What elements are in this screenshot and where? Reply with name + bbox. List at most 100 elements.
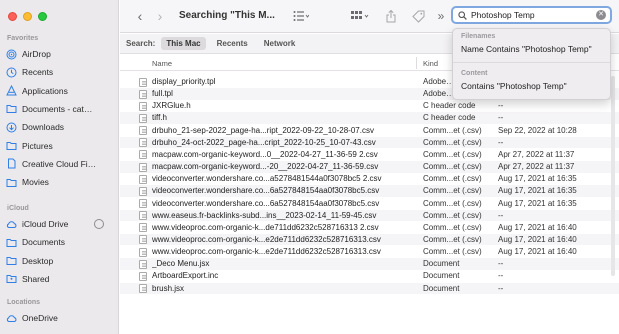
file-kind: Comm...et (.csv) [423,198,482,208]
cloud-icon [6,219,17,230]
sidebar-item-label: Applications [22,85,68,96]
forward-button[interactable]: › [153,8,167,24]
file-icon [139,113,147,123]
suggestion-name-contains[interactable]: Name Contains "Photoshop Temp" [461,44,592,54]
file-icon [139,259,147,269]
sidebar-item[interactable]: Pictures [6,138,114,154]
file-row[interactable]: tiff.h C header code -- [120,112,619,124]
applications-icon [6,85,17,96]
file-kind: Comm...et (.csv) [423,222,482,232]
file-date: Aug 17, 2021 at 16:40 [498,222,577,232]
more-toolbar-items-button[interactable]: » [434,8,448,24]
file-kind: Comm...et (.csv) [423,149,482,159]
search-input[interactable] [471,10,591,20]
file-row[interactable]: macpaw.com-organic-keyword...-20__2022-0… [120,161,619,173]
file-name: tiff.h [152,113,167,123]
file-kind: Document [423,259,460,269]
sidebar-item[interactable]: Shared [6,271,114,287]
tag-icon [411,10,424,23]
file-row[interactable]: www.videoproc.com-organic-k...e2de711dd6… [120,246,619,258]
back-button[interactable]: ‹ [133,8,147,24]
file-row[interactable]: _Deco Menu.jsx Document -- [120,258,619,270]
file-row[interactable]: videoconverter.wondershare.co...6a527848… [120,185,619,197]
zoom-window-button[interactable] [38,12,47,21]
file-icon [139,186,147,196]
view-list-button[interactable] [290,8,312,24]
file-row[interactable]: www.videoproc.com-organic-k...e2de711dd6… [120,233,619,246]
vertical-scrollbar[interactable] [609,72,617,334]
sidebar-item-label: Movies [22,177,49,188]
file-row[interactable]: brush.jsx Document -- [120,282,619,295]
file-row[interactable]: ArtboardExport.inc Document -- [120,270,619,282]
list-view-icon [293,11,309,21]
tags-button[interactable] [410,8,426,24]
sidebar-item[interactable]: Creative Cloud Fi… [6,156,114,172]
file-kind: Comm...et (.csv) [423,247,482,257]
file-name: www.videoproc.com-organic-k...de711dd623… [152,222,379,232]
group-button[interactable] [348,8,372,24]
file-row[interactable]: drbuho_24-oct-2022_page-ha...cript_2022-… [120,136,619,149]
suggestion-content-contains[interactable]: Contains "Photoshop Temp" [461,81,567,91]
file-kind: Document [423,283,460,293]
cloud-icon [6,313,17,324]
file-name: drbuho_21-sep-2022_page-ha...ript_2022-0… [152,125,374,135]
finder-window: Favorites AirDrop Recents Applications Docu… [0,0,619,334]
scope-network[interactable]: Network [259,37,301,50]
folder-icon [6,140,17,151]
sidebar-item[interactable]: AirDrop [6,46,114,62]
file-name: display_priority.tpl [152,77,216,86]
downloads-icon [6,122,17,133]
file-name: www.videoproc.com-organic-k...e2de711dd6… [152,247,381,257]
file-name: videoconverter.wondershare.co...6a527848… [152,198,380,208]
file-icon [139,89,147,99]
sidebar-item[interactable]: Downloads [6,119,114,135]
file-row[interactable]: www.videoproc.com-organic-k...de711dd623… [120,222,619,234]
clear-search-button[interactable]: ✕ [596,10,606,20]
sidebar-item[interactable]: Recents [6,64,114,80]
file-date: -- [498,137,504,147]
file-name: macpaw.com-organic-keyword...0__2022-04-… [152,149,378,159]
minimize-window-button[interactable] [23,12,32,21]
file-icon [139,150,147,160]
file-row[interactable]: JXRGlue.h C header code -- [120,100,619,112]
column-kind-header[interactable]: Kind [423,59,438,68]
close-window-button[interactable] [8,12,17,21]
sidebar-item-label: AirDrop [22,49,51,59]
folder-icon [6,177,17,188]
file-row[interactable]: videoconverter.wondershare.co...6a527848… [120,198,619,210]
icloud-sync-status-icon [94,219,104,229]
file-row[interactable]: videoconverter.wondershare.co...a5278481… [120,173,619,185]
sidebar-item[interactable]: Documents [6,234,114,250]
file-icon [139,101,147,111]
sidebar-section-locations: Locations [7,299,41,306]
file-name: macpaw.com-organic-keyword...-20__2022-0… [152,162,379,172]
clock-icon [6,67,17,78]
file-name: www.easeus.fr-backlinks-subd...ins__2023… [152,210,377,220]
sidebar-item[interactable]: Applications [6,83,114,99]
sidebar-item-label: Documents - cat… [22,103,93,114]
scope-this-mac[interactable]: This Mac [161,37,206,50]
file-kind: Comm...et (.csv) [423,174,482,184]
search-scope-label: Search: [126,39,156,48]
column-divider[interactable] [416,57,417,69]
sidebar-item-label: Shared [22,273,50,284]
file-row[interactable]: www.easeus.fr-backlinks-subd...ins__2023… [120,209,619,222]
file-date: Sep 22, 2022 at 10:28 [498,125,577,135]
search-field-container: ✕ [451,6,612,24]
sidebar-section-favorites: Favorites [7,35,39,42]
sidebar-item[interactable]: OneDrive [6,310,114,326]
file-date: Aug 17, 2021 at 16:35 [498,174,577,184]
sidebar-item[interactable]: Desktop [6,253,114,269]
search-icon [458,10,467,20]
file-date: -- [498,113,504,123]
sidebar-item[interactable]: Documents - cat… [6,101,114,117]
sidebar-item[interactable]: Movies [6,174,114,190]
scope-recents[interactable]: Recents [212,37,253,50]
grid-group-icon [351,11,369,19]
file-row[interactable]: macpaw.com-organic-keyword...0__2022-04-… [120,149,619,161]
suggestions-filenames-header: Filenames [461,33,496,40]
file-row[interactable]: drbuho_21-sep-2022_page-ha...ript_2022-0… [120,125,619,137]
file-kind: C header code [423,113,476,123]
column-name-header[interactable]: Name [152,59,172,68]
share-button[interactable] [384,8,398,24]
